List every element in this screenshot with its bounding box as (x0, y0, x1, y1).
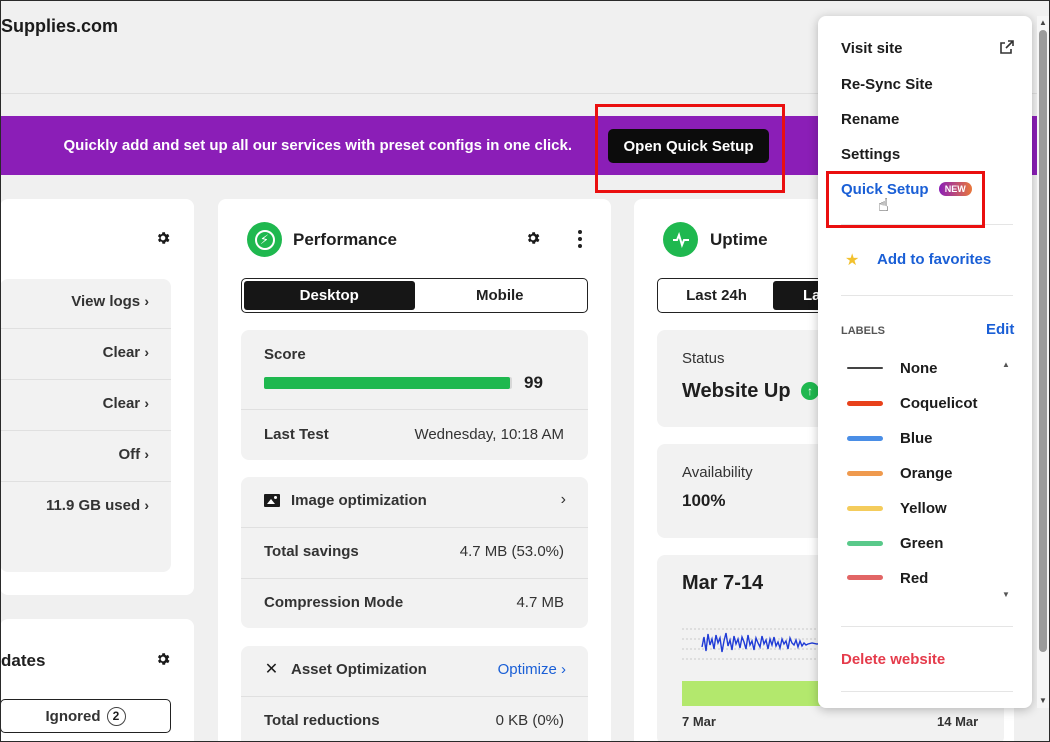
updates-title: dates (1, 651, 46, 670)
left-rows-panel (0, 279, 171, 572)
asset-optimization-panel: ✕ Asset Optimization Optimize › Total re… (241, 646, 588, 742)
gear-icon[interactable] (525, 230, 541, 246)
status-label: Status (682, 350, 725, 367)
label-swatch-orange (847, 471, 883, 476)
asset-optimization-icon: ✕ (264, 661, 279, 678)
total-reductions-label: Total reductions (264, 712, 380, 729)
label-swatch-yellow (847, 506, 883, 511)
ignored-filter-button[interactable]: Ignored 2 (0, 699, 171, 733)
scroll-up-arrow[interactable]: ▲ (1039, 18, 1047, 27)
label-orange[interactable]: Orange (900, 465, 953, 482)
label-yellow[interactable]: Yellow (900, 500, 947, 517)
site-actions-menu: Visit site Re-Sync Site Rename Settings … (818, 16, 1032, 708)
label-blue[interactable]: Blue (900, 430, 933, 447)
menu-item-add-to-favorites[interactable]: Add to favorites (877, 251, 991, 268)
compression-mode-label: Compression Mode (264, 594, 404, 611)
image-optimization-panel[interactable]: Image optimization › Total savings 4.7 M… (241, 477, 588, 628)
score-value: 99 (524, 373, 543, 392)
asset-optimization-title: Asset Optimization (291, 661, 427, 678)
performance-icon: ⚡ (247, 222, 282, 257)
last-test-label: Last Test (264, 426, 329, 443)
score-bar-fill (264, 377, 510, 389)
labels-scroll-down-icon[interactable]: ▼ (1002, 590, 1010, 599)
chevron-right-icon[interactable]: › (561, 491, 566, 509)
labels-heading: LABELS (841, 325, 885, 337)
menu-item-resync-site[interactable]: Re-Sync Site (841, 76, 933, 93)
label-swatch-red (847, 575, 883, 580)
score-bar-track (264, 377, 512, 389)
device-toggle: Desktop Mobile (241, 278, 588, 313)
labels-scroll-up-icon[interactable]: ▲ (1002, 360, 1010, 369)
gear-icon[interactable] (155, 651, 171, 667)
label-red[interactable]: Red (900, 570, 928, 587)
tab-mobile[interactable]: Mobile (415, 281, 586, 310)
new-badge: NEW (938, 182, 972, 196)
label-swatch-green (847, 541, 883, 546)
uptime-title: Uptime (710, 230, 768, 249)
uptime-chart-title: Mar 7-14 (682, 572, 764, 594)
view-logs-link[interactable]: View logs › (71, 293, 149, 310)
labels-edit-link[interactable]: Edit (986, 321, 1014, 338)
banner-text: Quickly add and set up all our services … (63, 137, 572, 154)
availability-label: Availability (682, 464, 753, 481)
status-value: Website Up (682, 380, 791, 402)
tab-desktop[interactable]: Desktop (244, 281, 415, 310)
menu-item-rename[interactable]: Rename (841, 111, 899, 128)
last-test-value: Wednesday, 10:18 AM (414, 426, 564, 443)
ignored-label: Ignored (45, 707, 101, 725)
label-swatch-none (847, 367, 883, 369)
score-panel: Score 99 Last Test Wednesday, 10:18 AM (241, 330, 588, 460)
storage-link[interactable]: 11.9 GB used › (46, 497, 149, 514)
page-scrollbar[interactable]: ▲ ▼ (1037, 16, 1049, 708)
label-swatch-blue (847, 436, 883, 441)
site-title: Supplies.com (1, 16, 119, 36)
clear-link-1[interactable]: Clear › (103, 344, 149, 361)
status-up-icon: ↑ (801, 382, 819, 400)
total-reductions-value: 0 KB (0%) (495, 712, 564, 729)
chart-x-end: 14 Mar (937, 714, 979, 729)
gear-icon[interactable] (155, 230, 171, 246)
chart-x-start: 7 Mar (682, 714, 716, 729)
compression-mode-value: 4.7 MB (516, 594, 564, 611)
more-options-icon[interactable] (577, 230, 583, 248)
label-none[interactable]: None (900, 360, 938, 377)
image-icon (264, 494, 280, 507)
performance-title: Performance (293, 230, 397, 249)
scrollbar-thumb[interactable] (1039, 30, 1047, 652)
updates-card: dates Ignored 2 (0, 619, 194, 742)
availability-value: 100% (682, 491, 726, 510)
menu-item-settings[interactable]: Settings (841, 146, 900, 163)
label-swatch-coquelicot (847, 401, 883, 406)
clear-link-2[interactable]: Clear › (103, 395, 149, 412)
cursor-hand-icon: ☝ (878, 195, 889, 215)
image-optimization-title: Image optimization (291, 492, 427, 509)
menu-item-delete-website[interactable]: Delete website (841, 651, 945, 668)
scroll-down-arrow[interactable]: ▼ (1039, 696, 1047, 705)
uptime-icon (663, 222, 698, 257)
menu-item-visit-site[interactable]: Visit site (841, 40, 902, 57)
total-savings-value: 4.7 MB (53.0%) (459, 543, 564, 560)
external-link-icon[interactable] (1000, 40, 1014, 54)
score-label: Score (264, 346, 306, 363)
ignored-count-badge: 2 (106, 706, 126, 726)
optimize-link[interactable]: Optimize › (498, 661, 566, 678)
open-quick-setup-button[interactable]: Open Quick Setup (608, 129, 769, 163)
menu-item-quick-setup[interactable]: Quick Setup NEW (841, 181, 972, 198)
total-savings-label: Total savings (264, 543, 359, 560)
star-icon: ★ (845, 252, 860, 269)
tab-last-24h[interactable]: Last 24h (660, 281, 773, 310)
off-link[interactable]: Off › (118, 446, 149, 463)
label-coquelicot[interactable]: Coquelicot (900, 395, 978, 412)
label-green[interactable]: Green (900, 535, 943, 552)
